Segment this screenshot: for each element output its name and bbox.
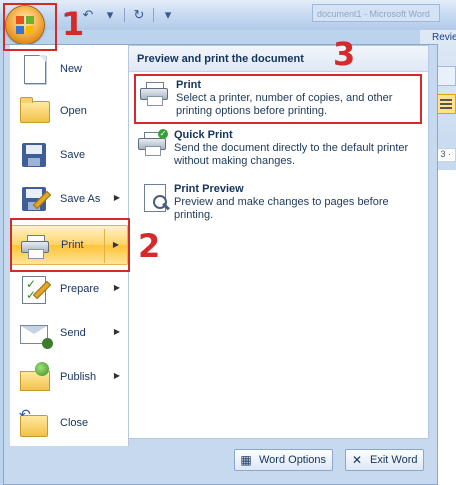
- menu-item-new[interactable]: New: [10, 49, 128, 89]
- menu-item-save[interactable]: Save: [10, 135, 128, 175]
- option-title: Quick Print: [174, 129, 233, 141]
- menu-item-label: Save: [60, 149, 86, 161]
- option-description: Send the document directly to the defaul…: [174, 142, 409, 167]
- menu-item-label: Send: [60, 327, 86, 339]
- print-submenu-panel: Preview and print the document Print Sel…: [128, 45, 429, 439]
- option-title: Print: [176, 79, 202, 91]
- quick-print-option[interactable]: ✓ Quick Print Send the document directly…: [134, 126, 422, 176]
- annotation-box-print: [10, 218, 130, 272]
- options-icon: ▦: [240, 453, 252, 467]
- prepare-icon: [16, 273, 52, 305]
- exit-word-label: Exit Word: [370, 454, 418, 466]
- annotation-box-office-button: [3, 3, 57, 51]
- print-preview-option[interactable]: Print Preview Preview and make changes t…: [134, 180, 422, 230]
- option-title: Print Preview: [174, 183, 244, 195]
- send-icon: [16, 317, 53, 349]
- printer-icon: [140, 80, 172, 112]
- save-as-icon: [16, 183, 52, 215]
- menu-item-send[interactable]: Send ▶: [10, 313, 128, 353]
- dropdown-icon[interactable]: ▾: [102, 7, 118, 23]
- ribbon-button[interactable]: [436, 66, 456, 86]
- option-description: Select a printer, number of copies, and …: [176, 92, 393, 117]
- word-options-button[interactable]: ▦ Word Options: [234, 449, 334, 471]
- submenu-arrow-icon: ▶: [113, 327, 120, 336]
- tab-review[interactable]: Revie: [432, 32, 456, 43]
- annotation-step-1: 1: [62, 5, 85, 43]
- word-options-label: Word Options: [259, 454, 327, 466]
- exit-word-button[interactable]: ✕ Exit Word: [345, 449, 425, 471]
- align-button[interactable]: [436, 94, 456, 114]
- open-folder-icon: [16, 95, 52, 127]
- menu-item-label: Save As: [60, 193, 101, 205]
- menu-item-open[interactable]: Open: [10, 91, 128, 131]
- save-disk-icon: [16, 139, 52, 171]
- option-description: Preview and make changes to pages before…: [174, 196, 389, 221]
- quick-print-icon: ✓: [138, 129, 170, 162]
- menu-item-label: Close: [60, 417, 89, 429]
- submenu-arrow-icon: ▶: [113, 371, 120, 380]
- menu-item-prepare[interactable]: Prepare ▶: [10, 269, 128, 309]
- publish-icon: [16, 361, 52, 393]
- menu-item-close[interactable]: ↶ Close: [10, 403, 128, 443]
- close-folder-icon: ↶: [16, 406, 52, 439]
- menu-item-label: Prepare: [60, 283, 100, 295]
- window-title-text: document1 - Microsoft Word: [312, 4, 440, 22]
- submenu-arrow-icon: ▶: [113, 193, 120, 202]
- customize-toolbar-icon[interactable]: ▾: [160, 7, 176, 23]
- annotation-step-3: 3: [333, 35, 356, 73]
- menu-item-publish[interactable]: Publish ▶: [10, 357, 128, 397]
- submenu-arrow-icon: ▶: [113, 283, 120, 292]
- redo-icon[interactable]: ↻: [131, 7, 147, 23]
- separator: [153, 8, 154, 22]
- menu-item-save-as[interactable]: Save As ▶: [10, 179, 128, 219]
- submenu-header: Preview and print the document: [129, 46, 428, 72]
- menu-item-label: Publish: [60, 371, 97, 383]
- menu-item-label: Open: [60, 105, 87, 117]
- separator: [124, 8, 125, 22]
- menu-item-label: New: [60, 63, 83, 75]
- annotation-step-2: 2: [138, 227, 161, 265]
- print-option[interactable]: Print Select a printer, number of copies…: [134, 74, 422, 124]
- print-preview-icon: [138, 184, 170, 216]
- close-icon: ✕: [351, 453, 363, 467]
- new-document-icon: [16, 53, 52, 85]
